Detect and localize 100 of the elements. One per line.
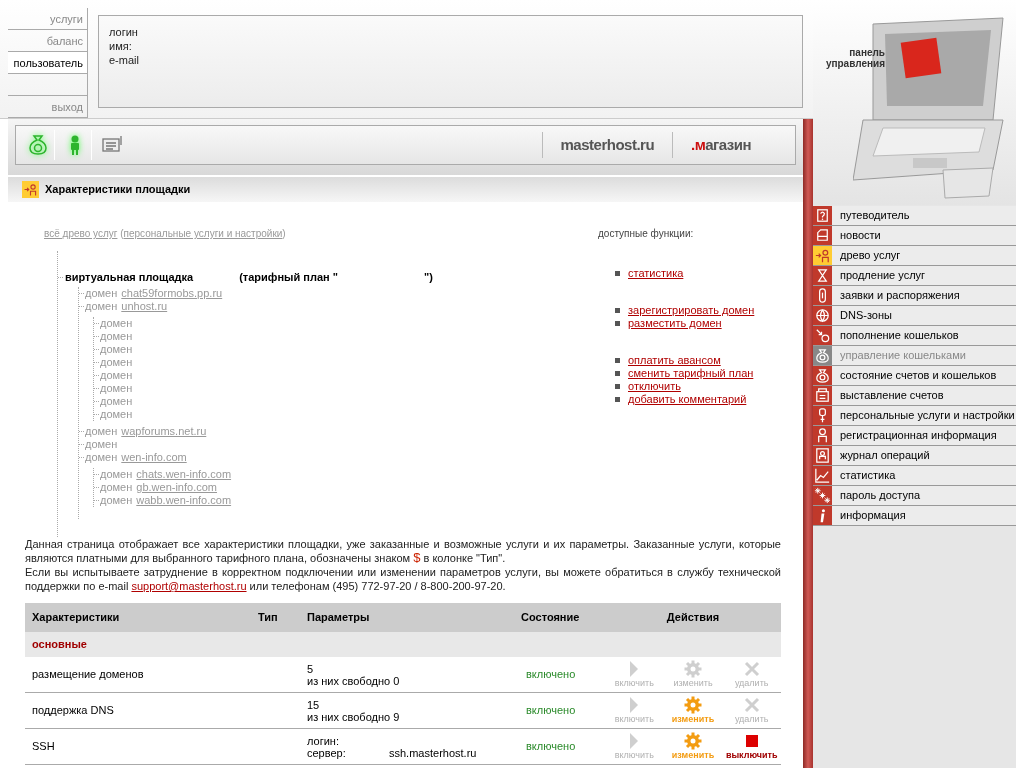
sidebar-item[interactable]: выставление счетов — [813, 386, 1016, 406]
page-title: Характеристики площадки — [45, 182, 191, 198]
line-chart-icon — [813, 466, 832, 485]
bullet-icon — [615, 308, 620, 313]
bullet-icon — [615, 397, 620, 402]
sidebar-item[interactable]: информация — [813, 506, 1016, 526]
money-bag-icon[interactable] — [26, 133, 50, 157]
hourglass-icon — [813, 266, 832, 285]
sidebar-item[interactable]: путеводитель — [813, 206, 1016, 226]
action-button[interactable]: выключить — [722, 732, 781, 761]
column-header: Параметры — [306, 610, 371, 626]
sidebar-item[interactable]: новости — [813, 226, 1016, 246]
group-title: основные — [32, 637, 87, 653]
sidebar-item[interactable]: журнал операций — [813, 446, 1016, 466]
tree-item: домен — [100, 343, 133, 356]
gear-icon — [684, 732, 702, 750]
param-value: ssh.masterhost.ru — [389, 746, 477, 759]
status-text: включено — [525, 739, 577, 755]
site-link[interactable]: .магазин — [691, 133, 751, 157]
status-text: включено — [525, 703, 577, 719]
play-icon — [628, 732, 641, 750]
tree-item: домен — [100, 408, 133, 421]
column-header: Состояние — [520, 610, 581, 626]
cross-icon — [743, 661, 760, 677]
param-text: логин: — [307, 734, 340, 747]
tree-item: домен — [100, 494, 133, 507]
info-icon — [813, 506, 832, 525]
column-header: Тип — [257, 610, 279, 626]
sidebar-item[interactable]: DNS-зоны — [813, 306, 1016, 326]
status-text: включено — [525, 667, 577, 683]
tree-item: домен — [85, 300, 118, 313]
sidebar-item[interactable]: состояние счетов и кошельков — [813, 366, 1016, 386]
user-info-text: имя: — [109, 39, 133, 53]
tree-item: домен — [85, 438, 118, 451]
money-bag-icon — [813, 346, 832, 365]
person-icon — [813, 426, 832, 445]
bullet-icon — [615, 371, 620, 376]
play-icon — [628, 696, 641, 714]
tree-item: домен — [100, 395, 133, 408]
table-cell-text: размещение доменов — [31, 667, 145, 683]
param-text: сервер: — [307, 746, 347, 759]
table-cell-text: поддержка DNS — [31, 703, 115, 719]
sidebar-item[interactable]: пароль доступа — [813, 486, 1016, 506]
tree-item: домен — [100, 468, 133, 481]
functions-title: доступные функции: — [598, 227, 695, 241]
capsule-icon — [813, 286, 832, 305]
tree-item: домен — [100, 369, 133, 382]
bullet-icon — [615, 384, 620, 389]
tree-item: домен — [85, 425, 118, 438]
gear-icon — [684, 696, 702, 714]
invoice-icon — [813, 386, 832, 405]
nav-tab[interactable]: пользователь — [8, 52, 87, 74]
breadcrumb-text: ) — [282, 228, 286, 239]
sidebar-item[interactable]: статистика — [813, 466, 1016, 486]
gear-icon — [684, 660, 702, 678]
tariff-text: (тарифный план " — [239, 269, 338, 285]
table-cell-text: SSH — [31, 739, 56, 755]
nav-tab[interactable]: услуги — [8, 8, 87, 30]
document-icon — [813, 226, 832, 245]
tree-item: домен — [100, 330, 133, 343]
panel-logo-text: управления — [825, 58, 885, 69]
sidebar-item[interactable]: заявки и распоряжения — [813, 286, 1016, 306]
sidebar-item[interactable]: продление услуг — [813, 266, 1016, 286]
tariff-text: ") — [424, 269, 433, 285]
column-header: Действия — [665, 610, 721, 626]
sidebar-item[interactable]: пополнение кошельков — [813, 326, 1016, 346]
asterisks-icon — [813, 486, 832, 505]
sidebar-item[interactable]: персональные услуги и настройки — [813, 406, 1016, 426]
money-bag-icon — [813, 366, 832, 385]
bullet-icon — [615, 321, 620, 326]
globe-icon — [813, 306, 832, 325]
sidebar-item[interactable]: регистрационная информация — [813, 426, 1016, 446]
tree-item: домен — [85, 451, 118, 464]
cross-icon — [743, 697, 760, 713]
bullet-icon — [615, 358, 620, 363]
tree-root: виртуальная площадка — [65, 269, 194, 285]
panel-logo-text: панель — [849, 47, 885, 58]
email-link[interactable]: support@masterhost.ru — [131, 580, 247, 592]
user-info-text: логин — [109, 25, 139, 39]
question-icon — [813, 206, 832, 225]
user-info-text: e-mail — [109, 53, 140, 67]
param-text: 5 — [307, 662, 315, 675]
description-text: Если вы испытываете затруднение в корректном подключении или изменении параметров услуги, вы можете обратиться в службу технической поддержки по e-mail support@masterhost.ru или телефонам (495) 772-97-20 / 8-800-200-97-20. — [25, 565, 781, 593]
stop-icon — [744, 734, 759, 748]
function-link[interactable]: статистика — [628, 265, 684, 282]
description-text: Данная страница отображает все характеристики площадки, уже заказанные и возможные услуги и их параметры. Заказанные услуги, которые являются платными для выбранного тарифного плана, обозначены знаком $ в колонке "Тип". — [25, 537, 781, 565]
tree-item: домен — [100, 317, 133, 330]
site-link[interactable]: masterhost.ru — [560, 133, 655, 157]
bullet-icon — [615, 271, 620, 276]
sidebar-item[interactable]: древо услуг — [813, 246, 1016, 266]
tree-item: домен — [100, 356, 133, 369]
tree-item: домен — [100, 481, 133, 494]
play-icon — [628, 660, 641, 678]
journal-icon — [813, 446, 832, 465]
param-text: из них свободно 0 — [307, 674, 400, 687]
column-header: Характеристики — [31, 610, 121, 626]
breadcrumb-text: ( — [119, 228, 124, 239]
param-text: из них свободно 9 — [307, 710, 400, 723]
key-icon — [813, 406, 832, 425]
tree-item: домен — [85, 287, 118, 300]
